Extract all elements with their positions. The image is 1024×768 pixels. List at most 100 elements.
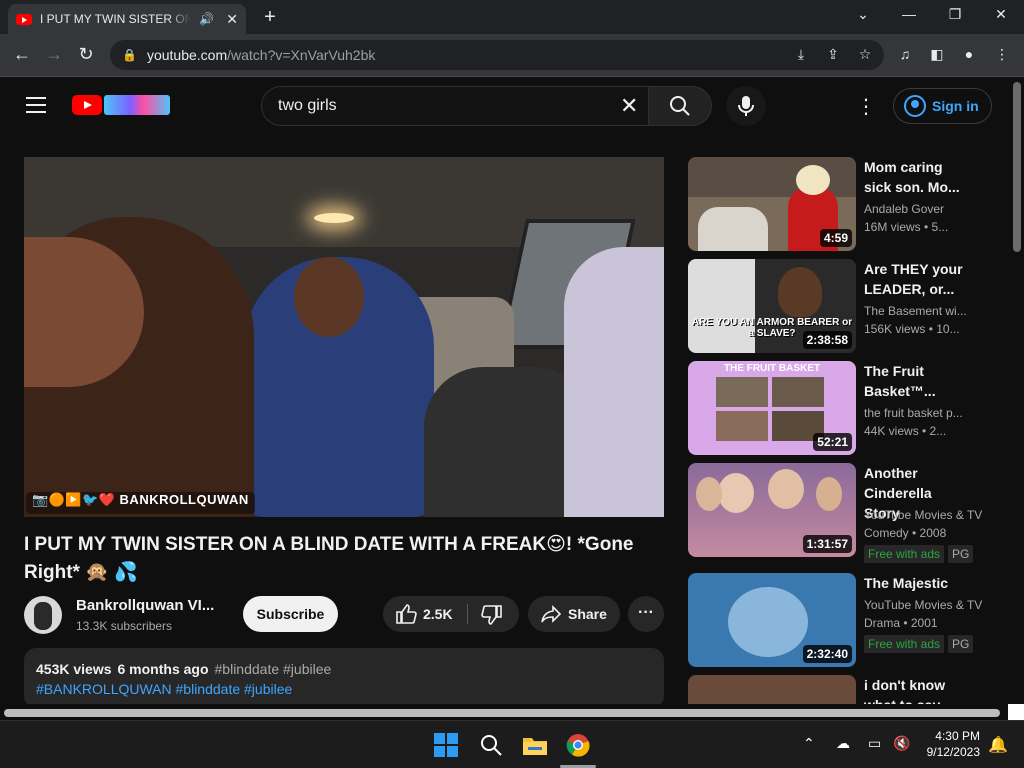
recommendation-item[interactable]: 1:31:57 Another Cinderella Story YouTube …	[688, 463, 988, 563]
install-app-icon[interactable]: ⤓	[791, 46, 811, 63]
voice-search-button[interactable]	[726, 86, 766, 126]
browser-toolbar: ← → ↻ 🔒 youtube.com/watch?v=XnVarVuh2bk …	[0, 34, 1024, 77]
new-tab-button[interactable]: +	[258, 6, 282, 29]
search-icon	[670, 96, 690, 116]
video-player[interactable]: 📷🟠▶️🐦❤️ BANKROLLQUWAN	[24, 157, 664, 517]
video-duration: 1:31:57	[802, 535, 852, 553]
settings-menu-icon[interactable]: ⋮	[856, 94, 876, 119]
like-icon[interactable]	[395, 603, 417, 625]
recommendation-meta: 44K views • 2...	[864, 424, 947, 438]
clear-search-icon[interactable]: ✕	[620, 93, 638, 119]
search-button[interactable]	[648, 86, 712, 126]
taskbar-search-icon[interactable]	[479, 733, 505, 757]
video-thumbnail[interactable]: 4:59	[688, 157, 856, 251]
recommendation-channel[interactable]: Andaleb Gover	[864, 202, 944, 216]
taskbar: ⌃ ☁ ▭ 🔇 🔔	[0, 720, 1024, 768]
file-explorer-icon[interactable]	[522, 733, 548, 757]
network-icon[interactable]: ▭	[868, 735, 894, 759]
side-panel-icon[interactable]: ◧	[927, 46, 947, 63]
sign-in-label: Sign in	[932, 98, 979, 114]
search-input[interactable]: two girls ✕	[261, 86, 649, 126]
youtube-header: two girls ✕ ⋮ Sign in	[0, 78, 1010, 134]
recommendation-channel[interactable]: The Basement wi...	[864, 304, 967, 318]
browser-menu-icon[interactable]: ⋮	[992, 46, 1012, 63]
close-window-button[interactable]: ✕	[989, 6, 1013, 23]
minimize-button[interactable]: —	[897, 6, 921, 22]
hamburger-menu-icon[interactable]	[26, 97, 46, 113]
recommendation-channel[interactable]: the fruit basket p...	[864, 406, 963, 420]
free-with-ads-badge: Free with ads	[864, 545, 945, 563]
recommendation-item[interactable]: ARE YOU AN ARMOR BEARER or a SLAVE? 2:38…	[688, 259, 988, 353]
volume-muted-icon[interactable]: 🔇	[893, 735, 919, 759]
video-thumbnail[interactable]	[688, 675, 856, 704]
dislike-icon[interactable]	[481, 604, 503, 626]
video-duration: 4:59	[819, 229, 852, 247]
url-host: youtube.com	[146, 47, 228, 63]
onedrive-icon[interactable]: ☁	[836, 735, 862, 759]
tab-title: I PUT MY TWIN SISTER ON A BLIND DATE WIT…	[40, 12, 192, 26]
recommendation-title[interactable]: The Fruit Basket™...	[864, 361, 988, 401]
horizontal-scrollbar[interactable]	[0, 704, 1010, 720]
recommendation-title[interactable]: Are THEY your LEADER, or...	[864, 259, 988, 299]
recommendation-item[interactable]: THE FRUIT BASKET 52:21 The Fruit Basket™.…	[688, 361, 988, 455]
recommendation-meta: Comedy • 2008	[864, 526, 947, 540]
tab-search-icon[interactable]: ⌄	[851, 6, 875, 23]
forward-icon[interactable]: →	[42, 44, 66, 65]
speaker-icon[interactable]: 🔊	[199, 12, 214, 26]
browser-tab[interactable]: I PUT MY TWIN SISTER ON A BLIND DATE WIT…	[8, 4, 246, 34]
restore-button[interactable]: ❐	[943, 6, 967, 23]
video-duration: 2:32:40	[802, 645, 852, 663]
reload-icon[interactable]: ↻	[74, 44, 98, 65]
notification-bell-icon[interactable]: 🔔	[988, 735, 1014, 759]
recommendation-title[interactable]: i don't knowwhat to say	[864, 675, 988, 704]
address-bar[interactable]: 🔒 youtube.com/watch?v=XnVarVuh2bk	[110, 40, 884, 70]
youtube-logo-icon[interactable]	[72, 95, 102, 115]
search-query-text: two girls	[278, 97, 337, 114]
youtube-doodle-logo[interactable]	[104, 95, 170, 115]
recommendation-channel[interactable]: YouTube Movies & TV	[864, 598, 982, 612]
back-icon[interactable]: ←	[10, 44, 34, 65]
video-thumbnail[interactable]: ARE YOU AN ARMOR BEARER or a SLAVE? 2:38…	[688, 259, 856, 353]
rating-badge: PG	[948, 635, 974, 653]
profile-icon[interactable]: ●	[959, 46, 979, 62]
rating-badge: PG	[948, 545, 974, 563]
channel-avatar[interactable]	[24, 596, 62, 634]
thumbnail-caption: THE FRUIT BASKET	[723, 363, 821, 374]
scroll-corner	[1008, 704, 1024, 720]
chrome-icon[interactable]	[566, 733, 592, 757]
video-duration: 2:38:58	[802, 331, 852, 349]
more-actions-button[interactable]: ···	[628, 596, 664, 632]
share-icon	[541, 605, 562, 623]
browser-tab-bar: I PUT MY TWIN SISTER ON A BLIND DATE WIT…	[0, 0, 1024, 34]
subscriber-count: 13.3K subscribers	[76, 619, 173, 633]
recommendation-title[interactable]: Mom caring sick son. Mo...	[864, 157, 988, 197]
like-count[interactable]: 2.5K	[423, 606, 453, 622]
media-control-icon[interactable]: ♫	[895, 46, 915, 62]
video-duration: 52:21	[813, 433, 852, 451]
video-thumbnail[interactable]: 2:32:40	[688, 573, 856, 667]
recommendation-title[interactable]: The Majestic	[864, 573, 988, 593]
video-watermark: 📷🟠▶️🐦❤️ BANKROLLQUWAN	[26, 492, 255, 514]
description-tags[interactable]: #blinddate #jubilee	[215, 661, 332, 677]
system-clock[interactable]: 4:30 PM 9/12/2023	[920, 728, 980, 760]
share-page-icon[interactable]: ⇪	[823, 46, 843, 63]
recommendation-item[interactable]: 4:59 Mom caring sick son. Mo... Andaleb G…	[688, 157, 988, 251]
description-box[interactable]: 453K views 6 months ago #blinddate #jubile…	[24, 648, 664, 708]
recommendation-item[interactable]: i don't knowwhat to say	[688, 675, 988, 704]
bookmark-star-icon[interactable]: ☆	[855, 46, 875, 63]
tab-close-icon[interactable]: ✕	[226, 11, 238, 28]
recommendation-item[interactable]: 2:32:40 The Majestic YouTube Movies & TV…	[688, 573, 988, 667]
lock-icon[interactable]: 🔒	[122, 48, 137, 62]
sign-in-button[interactable]: Sign in	[893, 88, 992, 124]
share-button[interactable]: Share	[528, 596, 620, 632]
tray-chevron-icon[interactable]: ⌃	[803, 735, 829, 759]
start-icon[interactable]	[434, 733, 460, 757]
video-thumbnail[interactable]: THE FRUIT BASKET 52:21	[688, 361, 856, 455]
vertical-scrollbar[interactable]	[1010, 78, 1024, 704]
free-with-ads-badge: Free with ads	[864, 635, 945, 653]
recommendation-channel[interactable]: YouTube Movies & TV	[864, 508, 982, 522]
hashtag-links[interactable]: #BANKROLLQUWAN #blinddate #jubilee	[36, 681, 292, 697]
subscribe-button[interactable]: Subscribe	[243, 596, 338, 632]
channel-name[interactable]: Bankrollquwan VI...	[76, 597, 214, 614]
video-thumbnail[interactable]: 1:31:57	[688, 463, 856, 557]
